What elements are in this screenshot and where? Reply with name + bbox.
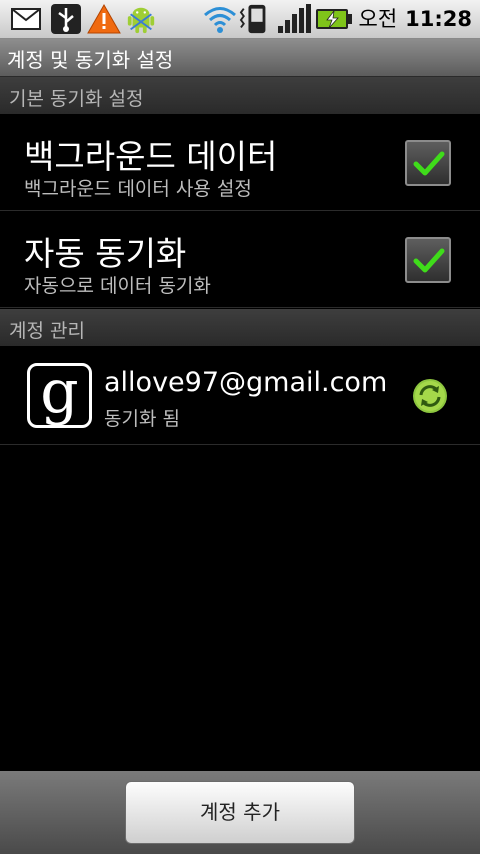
google-account-item[interactable]: g allove97@gmail.com 동기화 됨 (0, 347, 480, 445)
setting-title: 자동 동기화 (24, 234, 187, 273)
status-clock: 오전 11:28 (359, 4, 473, 34)
phone-vibrate-icon (239, 4, 266, 34)
status-time: 11:28 (405, 7, 472, 31)
signal-icon (278, 4, 311, 33)
mail-icon (11, 8, 41, 30)
section-header-label: 기본 동기화 설정 (9, 88, 144, 110)
account-email: allove97@gmail.com (104, 367, 388, 398)
wifi-icon (204, 7, 236, 33)
background-data-checkbox[interactable] (405, 140, 451, 186)
setting-summary: 백그라운드 데이터 사용 설정 (24, 178, 252, 200)
status-ampm: 오전 (358, 7, 398, 31)
setting-title: 백그라운드 데이터 (24, 137, 278, 176)
google-logo-letter: g (40, 357, 79, 427)
background-data-setting[interactable]: 백그라운드 데이터 백그라운드 데이터 사용 설정 (0, 114, 480, 211)
battery-charging-icon (316, 9, 352, 29)
account-sync-status: 동기화 됨 (104, 408, 180, 430)
auto-sync-setting[interactable]: 자동 동기화 자동으로 데이터 동기화 (0, 211, 480, 308)
check-icon (413, 248, 445, 273)
section-header-accounts: 계정 관리 (0, 309, 480, 346)
section-header-general-sync: 기본 동기화 설정 (0, 77, 480, 114)
page-title: 계정 및 동기화 설정 (7, 48, 174, 72)
bottom-action-bar: 계정 추가 (0, 771, 480, 854)
warning-icon (87, 3, 121, 34)
sync-icon (413, 379, 447, 413)
google-icon: g (27, 357, 92, 428)
section-header-label: 계정 관리 (9, 320, 85, 342)
check-icon (413, 151, 445, 176)
setting-summary: 자동으로 데이터 동기화 (24, 275, 211, 297)
usb-icon (51, 4, 81, 34)
title-bar: 계정 및 동기화 설정 (0, 39, 480, 77)
add-account-button[interactable]: 계정 추가 (125, 781, 355, 844)
status-bar: 오전 11:28 (0, 0, 480, 39)
android-debug-icon (127, 7, 155, 34)
auto-sync-checkbox[interactable] (405, 237, 451, 283)
